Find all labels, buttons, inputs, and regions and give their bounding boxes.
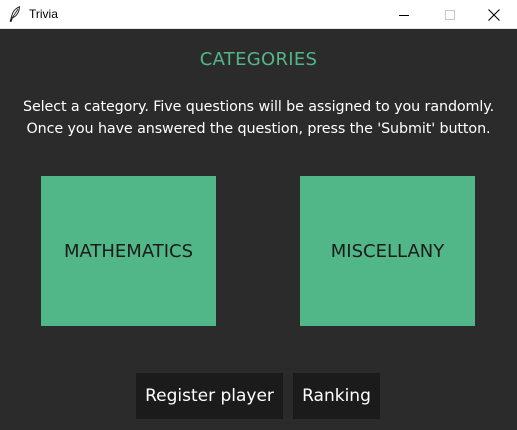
window-title: Trivia [29, 7, 58, 21]
instructions-line-2: Once you have answered the question, pre… [26, 121, 491, 137]
register-player-button[interactable]: Register player [136, 373, 283, 419]
minimize-icon [399, 14, 409, 16]
minimize-button[interactable] [381, 0, 427, 29]
close-icon [488, 8, 500, 21]
register-player-label: Register player [145, 386, 274, 406]
instructions-line-1: Select a category. Five questions will b… [22, 99, 495, 115]
category-label: MISCELLANY [330, 240, 445, 262]
title-bar[interactable]: Trivia [0, 0, 517, 29]
category-miscellany-button[interactable]: MISCELLANY [300, 176, 475, 326]
maximize-icon [445, 9, 455, 20]
feather-icon [9, 6, 21, 22]
category-mathematics-button[interactable]: MATHEMATICS [41, 176, 216, 326]
maximize-button[interactable] [427, 0, 473, 29]
ranking-button[interactable]: Ranking [293, 373, 380, 419]
instructions-text: Select a category. Five questions will b… [0, 96, 517, 140]
close-button[interactable] [471, 0, 517, 29]
ranking-label: Ranking [302, 386, 371, 406]
category-label: MATHEMATICS [63, 240, 194, 262]
page-title: CATEGORIES [199, 49, 318, 70]
app-window: Trivia CATEGORIES Select a category. Fiv… [0, 0, 517, 430]
